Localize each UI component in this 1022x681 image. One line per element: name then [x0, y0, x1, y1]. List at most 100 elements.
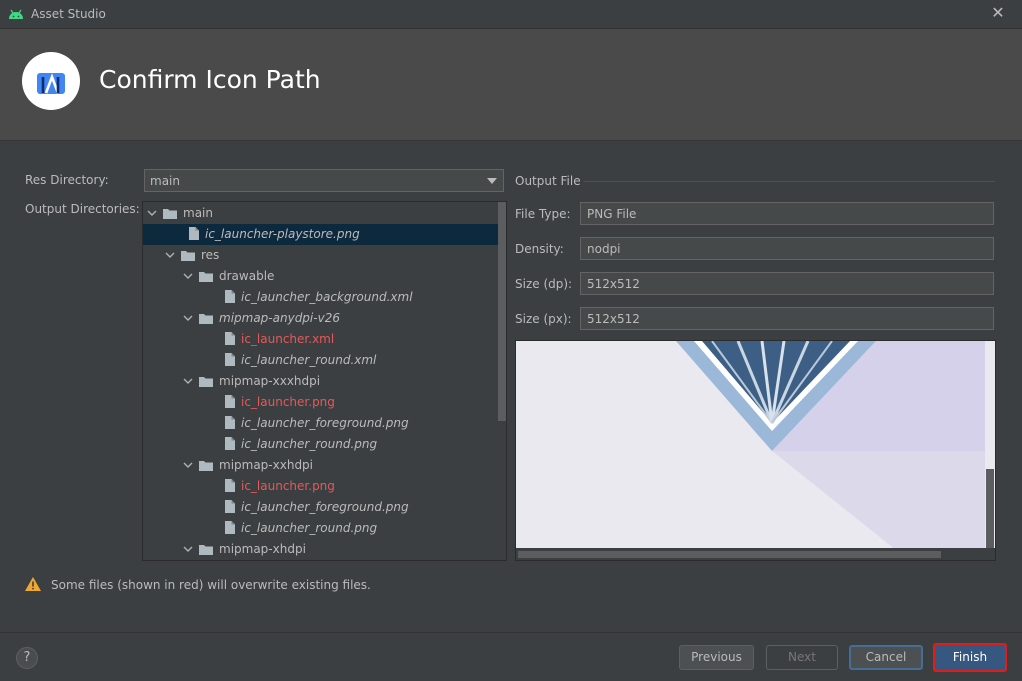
tree-item-label: mipmap-xhdpi: [219, 542, 306, 556]
chevron-down-icon[interactable]: [147, 208, 157, 218]
tree-folder-row[interactable]: main: [143, 203, 499, 224]
file-icon: [225, 290, 235, 303]
title-bar: Asset Studio ✕: [0, 0, 1022, 29]
folder-icon: [181, 251, 195, 261]
folder-icon: [199, 377, 213, 387]
size-dp-field: 512x512: [580, 272, 994, 295]
icon-preview: [515, 340, 996, 561]
preview-horizontal-scrollbar[interactable]: [516, 548, 995, 560]
tree-file-row[interactable]: ic_launcher_foreground.png: [143, 497, 499, 518]
tree-folder-row[interactable]: mipmap-xhdpi: [143, 539, 499, 560]
tree-file-row[interactable]: ic_launcher_background.xml: [143, 287, 499, 308]
tree-scrollbar[interactable]: [498, 202, 506, 560]
tree-item-label: ic_launcher_round.xml: [241, 353, 377, 367]
tree-file-row[interactable]: ic_launcher_round.xml: [143, 350, 499, 371]
output-file-section-label: Output File: [515, 174, 581, 188]
output-directories-label: Output Directories:: [25, 202, 140, 216]
chevron-down-icon[interactable]: [165, 250, 175, 260]
file-icon: [225, 479, 235, 492]
cancel-button[interactable]: Cancel: [849, 645, 923, 670]
tree-file-row[interactable]: ic_launcher_round.png: [143, 434, 499, 455]
android-icon: [9, 9, 23, 19]
folder-icon: [199, 314, 213, 324]
tree-folder-row[interactable]: mipmap-anydpi-v26: [143, 308, 499, 329]
size-dp-value: 512x512: [587, 277, 640, 291]
tree-folder-row[interactable]: res: [143, 245, 499, 266]
window-title: Asset Studio: [31, 7, 106, 21]
file-type-field: PNG File: [580, 202, 994, 225]
file-type-value: PNG File: [587, 207, 637, 221]
density-label: Density:: [515, 242, 564, 256]
icon-preview-image: [516, 341, 995, 550]
chevron-down-icon: [487, 178, 497, 184]
folder-icon: [199, 272, 213, 282]
chevron-down-icon[interactable]: [183, 460, 193, 470]
tree-file-row[interactable]: ic_launcher-playstore.png: [143, 224, 499, 245]
tree-file-row[interactable]: ic_launcher.png: [143, 392, 499, 413]
tree-file-row[interactable]: ic_launcher_foreground.png: [143, 413, 499, 434]
tree-item-label: mipmap-xxxhdpi: [219, 374, 321, 388]
tree-item-label: ic_launcher-playstore.png: [205, 227, 360, 241]
size-dp-label: Size (dp):: [515, 277, 573, 291]
android-studio-logo: [22, 52, 80, 110]
file-icon: [225, 521, 235, 534]
chevron-down-icon[interactable]: [183, 376, 193, 386]
file-icon: [225, 395, 235, 408]
tree-item-label: main: [183, 206, 213, 220]
tree-item-label: ic_launcher_round.png: [241, 437, 378, 451]
preview-vertical-scrollbar-thumb[interactable]: [986, 469, 994, 549]
footer-divider: [0, 632, 1022, 633]
res-directory-value: main: [150, 174, 180, 188]
tree-item-label: drawable: [219, 269, 275, 283]
tree-file-row[interactable]: ic_launcher.xml: [143, 329, 499, 350]
folder-icon: [199, 461, 213, 471]
tree-file-row[interactable]: ic_launcher.png: [143, 476, 499, 497]
tree-item-label: mipmap-xxhdpi: [219, 458, 314, 472]
section-divider: [584, 181, 995, 182]
warning-icon: [25, 577, 41, 591]
tree-folder-row[interactable]: drawable: [143, 266, 499, 287]
tree-item-label: ic_launcher_background.xml: [241, 290, 413, 304]
previous-button[interactable]: Previous: [679, 645, 754, 670]
file-icon: [225, 332, 235, 345]
tree-item-label: mipmap-anydpi-v26: [219, 311, 340, 325]
density-field: nodpi: [580, 237, 994, 260]
help-button[interactable]: ?: [16, 647, 38, 669]
wizard-header: Confirm Icon Path: [0, 29, 1022, 141]
preview-vertical-scrollbar[interactable]: [985, 341, 995, 550]
tree-item-label: ic_launcher.xml: [241, 332, 335, 346]
res-directory-label: Res Directory:: [25, 173, 109, 187]
output-directories-tree[interactable]: main ic_launcher-playstore.pngres drawable…: [142, 201, 507, 561]
close-icon[interactable]: ✕: [990, 5, 1006, 21]
file-icon: [189, 227, 199, 240]
res-directory-select[interactable]: main: [144, 169, 504, 192]
file-icon: [225, 437, 235, 450]
folder-icon: [163, 209, 177, 219]
chevron-down-icon[interactable]: [183, 271, 193, 281]
next-button[interactable]: Next: [766, 645, 838, 670]
tree-scrollbar-thumb[interactable]: [498, 202, 506, 421]
overwrite-warning-text: Some files (shown in red) will overwrite…: [51, 578, 371, 592]
chevron-down-icon[interactable]: [183, 313, 193, 323]
tree-item-label: ic_launcher.png: [241, 479, 335, 493]
size-px-value: 512x512: [587, 312, 640, 326]
tree-item-label: ic_launcher_foreground.png: [241, 416, 409, 430]
density-value: nodpi: [587, 242, 621, 256]
tree-item-label: res: [201, 248, 220, 262]
file-icon: [225, 416, 235, 429]
chevron-down-icon[interactable]: [183, 544, 193, 554]
size-px-field: 512x512: [580, 307, 994, 330]
finish-button[interactable]: Finish: [933, 643, 1007, 672]
size-px-label: Size (px):: [515, 312, 572, 326]
tree-folder-row[interactable]: mipmap-xxxhdpi: [143, 371, 499, 392]
file-type-label: File Type:: [515, 207, 571, 221]
folder-icon: [199, 545, 213, 555]
tree-file-row[interactable]: ic_launcher_round.png: [143, 518, 499, 539]
file-icon: [225, 500, 235, 513]
tree-item-label: ic_launcher.png: [241, 395, 335, 409]
file-icon: [225, 353, 235, 366]
tree-folder-row[interactable]: mipmap-xxhdpi: [143, 455, 499, 476]
tree-item-label: ic_launcher_foreground.png: [241, 500, 409, 514]
preview-horizontal-scrollbar-thumb[interactable]: [518, 551, 941, 558]
tree-item-label: ic_launcher_round.png: [241, 521, 378, 535]
